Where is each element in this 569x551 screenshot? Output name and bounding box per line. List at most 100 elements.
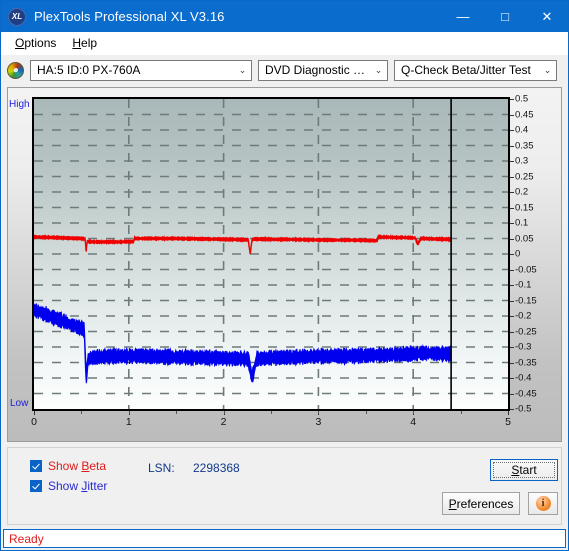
y-tick-mark: [510, 393, 514, 395]
y-tick-mark: [510, 161, 514, 162]
function-select-value: DVD Diagnostic Functions: [265, 63, 370, 77]
y-tick-mark: [510, 269, 514, 271]
menu-item-help[interactable]: Help: [65, 34, 106, 52]
x-tick-label: 2: [220, 416, 227, 428]
window-title: PlexTools Professional XL V3.16: [34, 9, 225, 24]
drive-select[interactable]: HA:5 ID:0 PX-760A ⌄: [30, 59, 252, 81]
y-tick-mark: [510, 409, 514, 410]
y-tick-label: 0.3: [515, 155, 529, 167]
minimize-icon: —: [456, 9, 470, 24]
y-tick-mark: [510, 254, 514, 255]
y-tick-label: 0.1: [515, 217, 529, 229]
y-tick-label: -0.35: [515, 357, 537, 368]
start-button[interactable]: Start: [490, 459, 558, 481]
y-tick-mark: [510, 192, 514, 193]
menu-bar: Options Help: [1, 32, 568, 55]
show-jitter-checkbox[interactable]: Show Jitter: [30, 479, 107, 493]
x-minor-tick-mark: [365, 411, 367, 414]
test-select-value: Q-Check Beta/Jitter Test: [401, 63, 531, 77]
checkbox-check-icon: [30, 480, 42, 492]
chevron-down-icon: ⌄: [238, 64, 247, 75]
show-beta-checkbox[interactable]: Show Beta: [30, 459, 106, 473]
show-jitter-label: Show Jitter: [48, 479, 108, 493]
y-tick-mark: [510, 145, 514, 147]
y-tick-mark: [510, 207, 514, 209]
status-bar: Ready: [3, 529, 566, 548]
xl-logo-icon: XL: [8, 7, 26, 26]
y-tick-label: -0.15: [515, 295, 537, 306]
plot-svg: [34, 99, 508, 409]
application-window: XL PlexTools Professional XL V3.16 — □ ✕…: [0, 0, 569, 551]
drive-select-value: HA:5 ID:0 PX-760A: [37, 63, 141, 77]
x-minor-tick-mark: [271, 411, 272, 414]
status-text: Ready: [9, 531, 44, 546]
chart-panel: High Low 0.5 0.45 0.4 0.35 0.3 0.25 0.2 0.15 0.1…: [7, 87, 562, 442]
maximize-icon: □: [501, 9, 509, 24]
y-tick-mark: [510, 331, 514, 333]
y-tick-label: 0.25: [515, 171, 534, 182]
axis-high-label: High: [9, 99, 30, 110]
x-tick-label: 4: [410, 416, 417, 428]
y-tick-mark: [510, 362, 514, 364]
minimize-button[interactable]: —: [442, 1, 484, 32]
y-tick-mark: [510, 316, 514, 317]
y-tick-label: -0.3: [515, 341, 532, 353]
chart-inner: High Low 0.5 0.45 0.4 0.35 0.3 0.25 0.2 0.15 0.1…: [8, 88, 561, 441]
y-tick-label: -0.5: [515, 403, 532, 415]
window-controls: — □ ✕: [442, 1, 568, 32]
y-tick-label: 0.15: [515, 202, 534, 213]
y-tick-mark: [510, 378, 514, 379]
y-tick-label: 0.4: [515, 124, 529, 136]
y-tick-label: 0.35: [515, 140, 534, 151]
maximize-button[interactable]: □: [484, 1, 526, 32]
info-button[interactable]: i: [528, 492, 558, 515]
y-tick-label: -0.1: [515, 279, 532, 291]
function-select[interactable]: DVD Diagnostic Functions ⌄: [258, 59, 388, 81]
x-minor-tick-mark: [318, 411, 320, 414]
y-tick-label: -0.4: [515, 372, 532, 384]
y-tick-mark: [510, 300, 514, 302]
preferences-button[interactable]: Preferences: [442, 492, 520, 515]
x-tick-label: 3: [315, 416, 322, 428]
controls-panel: Show Beta Show Jitter LSN: 2298368 Start…: [7, 447, 562, 525]
y-tick-label: 0: [515, 248, 521, 260]
x-minor-tick-mark: [460, 411, 462, 414]
y-tick-label: 0.45: [515, 109, 534, 120]
y-tick-label: -0.2: [515, 310, 532, 322]
x-tick-mark: [508, 411, 509, 415]
x-minor-tick-mark: [176, 411, 178, 414]
y-tick-mark: [510, 223, 514, 224]
y-tick-mark: [510, 238, 514, 240]
y-tick-mark: [510, 285, 514, 286]
y-tick-mark: [510, 130, 514, 131]
close-button[interactable]: ✕: [526, 1, 568, 32]
toolbar: HA:5 ID:0 PX-760A ⌄ DVD Diagnostic Funct…: [1, 55, 568, 85]
close-icon: ✕: [541, 9, 553, 24]
x-minor-tick-mark: [413, 411, 415, 414]
chevron-down-icon: ⌄: [374, 64, 383, 75]
x-minor-tick-mark: [81, 411, 83, 414]
x-minor-tick-mark: [223, 411, 225, 414]
axis-low-label: Low: [10, 398, 29, 409]
lsn-label: LSN:: [148, 461, 175, 475]
checkbox-check-icon: [30, 460, 42, 472]
info-icon: i: [535, 496, 551, 511]
menu-item-options[interactable]: Options: [8, 34, 65, 52]
y-tick-label: 0.2: [515, 186, 529, 198]
y-tick-label: -0.25: [515, 326, 537, 337]
y-tick-mark: [510, 176, 514, 178]
show-beta-label: Show Beta: [48, 459, 107, 473]
x-minor-tick-mark: [128, 411, 130, 414]
y-tick-label: -0.05: [515, 264, 537, 275]
x-tick-label: 1: [125, 416, 132, 428]
lsn-value: 2298368: [193, 461, 240, 475]
x-tick-label: 0: [31, 416, 37, 428]
y-tick-mark: [510, 347, 514, 348]
x-tick-label: 5: [505, 416, 511, 428]
plot-area[interactable]: [32, 97, 510, 411]
test-select[interactable]: Q-Check Beta/Jitter Test ⌄: [394, 59, 557, 81]
y-tick-label: 0.5: [515, 93, 529, 105]
x-tick-mark: [34, 411, 35, 415]
y-tick-label: 0.05: [515, 233, 534, 244]
y-tick-label: -0.45: [515, 388, 537, 399]
